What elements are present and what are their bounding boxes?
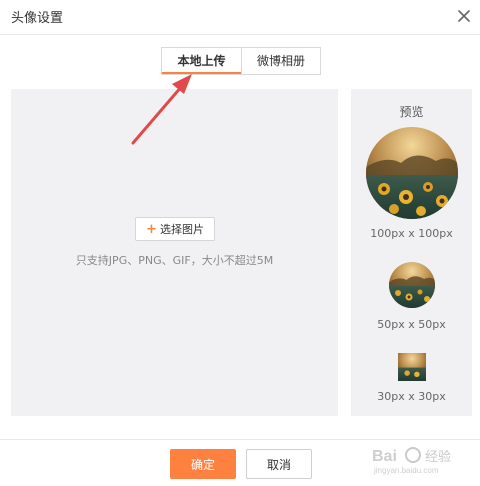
choose-image-label: 选择图片 (159, 223, 204, 236)
upload-source-tabs: 本地上传 微博相册 (161, 47, 321, 75)
close-icon[interactable] (454, 6, 474, 26)
dialog-header: 头像设置 (0, 0, 480, 35)
avatar-preview-medium (389, 262, 435, 308)
choose-image-button[interactable]: + 选择图片 (135, 217, 215, 241)
tab-local-upload[interactable]: 本地上传 (162, 48, 241, 74)
size-label-50: 50px x 50px (377, 318, 446, 331)
svg-text:经验: 经验 (425, 449, 451, 465)
preview-title: 预览 (399, 105, 424, 119)
avatar-preview-large (366, 127, 458, 219)
preview-panel: 预览 100px x 100px 50px x 50px 30px x 30px (351, 89, 472, 416)
size-label-100: 100px x 100px (370, 227, 453, 240)
upload-area: + 选择图片 只支持JPG、PNG、GIF，大小不超过5M (11, 89, 338, 416)
avatar-settings-dialog: 头像设置 本地上传 微博相册 + 选择图片 只支持JPG、PNG、GIF，大小不… (0, 0, 480, 486)
confirm-button[interactable]: 确定 (170, 449, 236, 479)
svg-text:jingyan.baidu.com: jingyan.baidu.com (373, 466, 439, 475)
tab-weibo-album[interactable]: 微博相册 (241, 48, 320, 74)
dialog-title: 头像设置 (11, 11, 64, 26)
svg-text:Bai: Bai (372, 448, 397, 465)
plus-icon: + (146, 221, 157, 237)
size-label-30: 30px x 30px (377, 390, 446, 403)
cancel-button[interactable]: 取消 (246, 449, 312, 479)
avatar-preview-small (398, 353, 426, 381)
upload-hint: 只支持JPG、PNG、GIF，大小不超过5M (75, 254, 274, 267)
baidu-jingyan-watermark: Bai 经验 jingyan.baidu.com (370, 441, 474, 477)
